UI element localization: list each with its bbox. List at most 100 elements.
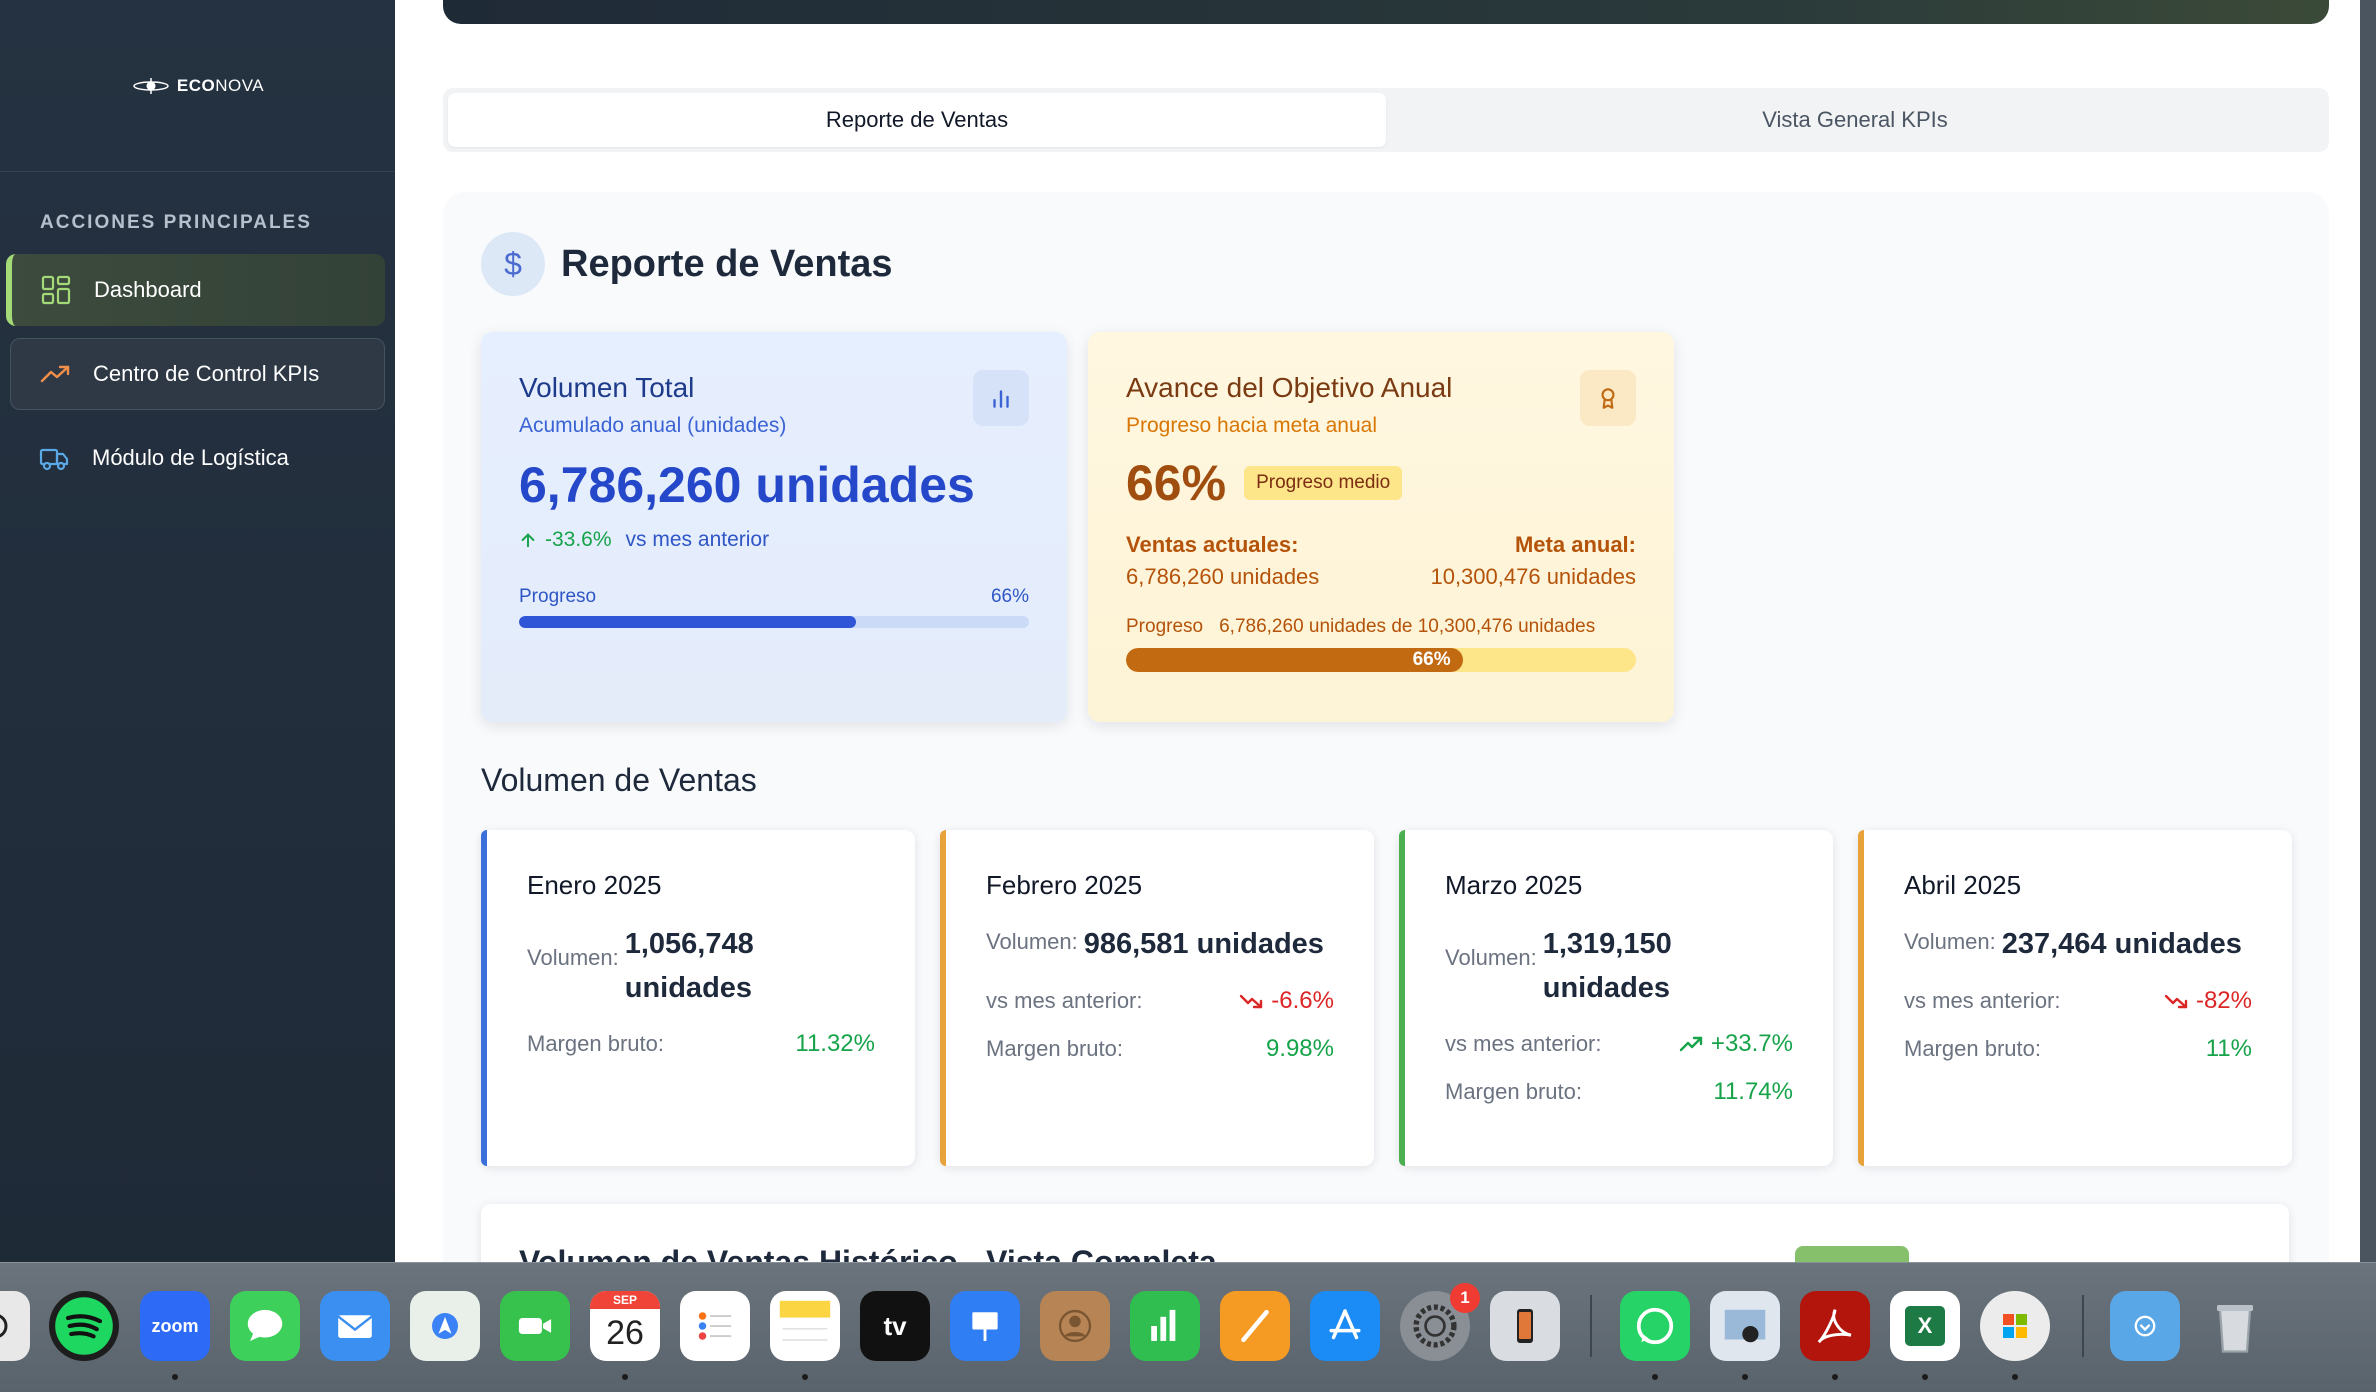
trending-up-icon xyxy=(1679,1036,1703,1052)
sidebar-item-label: Centro de Control KPIs xyxy=(93,361,320,386)
dollar-icon: $ xyxy=(481,232,545,296)
running-indicator xyxy=(1742,1374,1748,1380)
arrow-up-icon xyxy=(521,533,535,548)
month-name: Marzo 2025 xyxy=(1445,870,1583,900)
dashboard-grid-icon xyxy=(41,275,71,305)
month-name: Enero 2025 xyxy=(527,870,662,900)
change-value: +33.7% xyxy=(1679,1030,1793,1058)
appletv-icon[interactable]: tv xyxy=(860,1291,930,1361)
numbers-icon[interactable] xyxy=(1130,1291,1200,1361)
messages-icon[interactable] xyxy=(230,1291,300,1361)
brand-mark-icon xyxy=(133,77,169,94)
pages-icon[interactable] xyxy=(1220,1291,1290,1361)
month-card-april: Abril 2025 Volumen: 237,464 unidades vs … xyxy=(1858,830,2292,1166)
kpi-change-value: -33.6% xyxy=(519,528,612,552)
mail-icon[interactable] xyxy=(320,1291,390,1361)
trending-down-icon xyxy=(2164,994,2188,1008)
running-indicator xyxy=(172,1374,178,1380)
appstore-icon[interactable] xyxy=(1310,1291,1380,1361)
kpi-value: 6,786,260 unidades xyxy=(519,457,975,513)
trending-down-icon xyxy=(1240,994,1263,1008)
maps-icon[interactable] xyxy=(410,1291,480,1361)
reminders-icon[interactable] xyxy=(680,1291,750,1361)
sidebar-item-kpi-control[interactable]: Centro de Control KPIs xyxy=(10,338,385,410)
progress-bar-fill xyxy=(519,616,856,628)
kpi-title: Avance del Objetivo Anual xyxy=(1126,372,1453,403)
spotify-icon[interactable] xyxy=(49,1291,119,1361)
section-title: Reporte de Ventas xyxy=(561,242,893,285)
volume-row: Volumen: 986,581 unidades xyxy=(986,923,1334,967)
nav-section: ACCIONES PRINCIPALES Dashboard Centro de… xyxy=(0,172,395,494)
month-card-march: Marzo 2025 Volumen: 1,319,150 unidades v… xyxy=(1399,830,1833,1166)
iphone-mirroring-icon[interactable] xyxy=(1490,1291,1560,1361)
nav-heading: ACCIONES PRINCIPALES xyxy=(40,212,312,233)
volume-row: Volumen: 237,464 unidades xyxy=(1904,923,2252,967)
volume-label: Volumen: xyxy=(527,945,619,970)
change-value: -82% xyxy=(2164,987,2252,1015)
margin-value: 11.32% xyxy=(795,1030,875,1057)
accent-bar xyxy=(481,830,487,1166)
sidebar-item-logistics[interactable]: Módulo de Logística xyxy=(10,422,385,494)
volume-value: 986,581 unidades xyxy=(1083,928,1324,960)
margin-value: 11.74% xyxy=(1713,1078,1793,1105)
zoom-icon[interactable]: zoom xyxy=(140,1291,210,1361)
keynote-icon[interactable] xyxy=(950,1291,1020,1361)
sidebar-item-label: Dashboard xyxy=(94,277,202,302)
excel-icon[interactable]: X xyxy=(1890,1291,1960,1361)
progress-detail: 6,786,260 unidades de 10,300,476 unidade… xyxy=(1219,616,1596,637)
volume-label: Volumen: xyxy=(986,929,1078,954)
historical-volume-card: Volumen de Ventas Histórico - Vista Comp… xyxy=(481,1204,2289,1262)
preview-icon[interactable] xyxy=(1710,1291,1780,1361)
acrobat-icon[interactable] xyxy=(1800,1291,1870,1361)
margin-value: 11% xyxy=(2205,1034,2252,1062)
volume-label: Volumen: xyxy=(1445,945,1537,970)
sidebar-item-dashboard[interactable]: Dashboard xyxy=(6,254,385,326)
accent-bar xyxy=(1399,830,1405,1166)
brand-logo[interactable]: ECONOVA xyxy=(0,0,395,172)
header-banner xyxy=(443,0,2329,24)
volume-value: 237,464 unidades xyxy=(2001,928,2242,960)
contacts-icon[interactable] xyxy=(1040,1291,1110,1361)
margin-row: Margen bruto: 11.74% xyxy=(1445,1078,1793,1106)
margin-label: Margen bruto: xyxy=(1904,1035,2041,1061)
office-installer-icon[interactable] xyxy=(1980,1291,2050,1361)
notification-badge: 1 xyxy=(1450,1283,1480,1313)
progress-label: Progreso xyxy=(1126,616,1204,637)
card-title: Volumen de Ventas Histórico - Vista Comp… xyxy=(519,1244,1217,1262)
tab-kpi-overview[interactable]: Vista General KPIs xyxy=(1386,93,2324,147)
award-icon xyxy=(1580,370,1636,426)
chatgpt-icon[interactable] xyxy=(0,1291,30,1361)
bar-chart-icon xyxy=(973,370,1029,426)
accent-bar xyxy=(1858,830,1864,1166)
notes-icon[interactable] xyxy=(770,1291,840,1361)
tab-sales-report[interactable]: Reporte de Ventas xyxy=(448,93,1386,147)
kpi-card-annual-goal: Avance del Objetivo Anual Progreso hacia… xyxy=(1088,332,1674,722)
dock-separator xyxy=(2082,1295,2084,1357)
facetime-icon[interactable] xyxy=(500,1291,570,1361)
volume-row: Volumen: 1,319,150 unidades xyxy=(1445,923,1793,1010)
month-name: Febrero 2025 xyxy=(986,870,1143,900)
downloads-folder-icon[interactable] xyxy=(2110,1291,2180,1361)
truck-icon xyxy=(39,448,69,471)
macos-dock: zoom SEP 26 tv 1 X xyxy=(0,1262,2376,1392)
progress-label: Progreso xyxy=(519,586,597,607)
change-row: vs mes anterior: -82% xyxy=(1904,987,2252,1015)
month-card-february: Febrero 2025 Volumen: 986,581 unidades v… xyxy=(940,830,1374,1166)
progress-bar: 66% xyxy=(1126,648,1636,672)
margin-row: Margen bruto: 11% xyxy=(1904,1035,2252,1063)
main-content: Reporte de Ventas Vista General KPIs $ R… xyxy=(395,0,2360,1262)
kpi-value: 66% xyxy=(1126,455,1227,511)
trash-icon[interactable] xyxy=(2200,1291,2270,1361)
settings-icon[interactable]: 1 xyxy=(1400,1283,1480,1361)
sidebar: ECONOVA ACCIONES PRINCIPALES Dashboard C… xyxy=(0,0,395,1262)
month-name: Abril 2025 xyxy=(1904,870,2022,900)
change-label: vs mes anterior: xyxy=(1445,1031,1602,1056)
progress-percent: 66% xyxy=(990,586,1029,607)
progress-percent: 66% xyxy=(1412,649,1451,670)
progress-bar xyxy=(519,616,1029,628)
calendar-icon[interactable]: SEP 26 xyxy=(590,1291,660,1361)
dock-separator xyxy=(1590,1295,1592,1357)
status-pill[interactable] xyxy=(1795,1246,1909,1262)
change-value: -6.6% xyxy=(1239,987,1334,1015)
whatsapp-icon[interactable] xyxy=(1620,1291,1690,1361)
